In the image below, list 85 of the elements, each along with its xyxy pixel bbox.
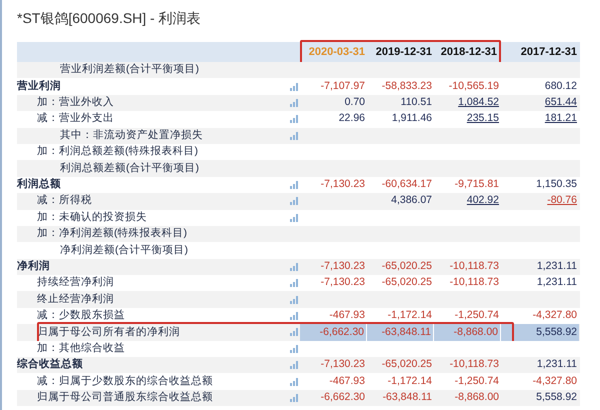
value-cell-text: -1,172.14 bbox=[388, 374, 432, 389]
bar-chart-icon[interactable] bbox=[290, 279, 298, 288]
value-cell-text: -9,715.81 bbox=[454, 177, 499, 192]
bar-chart-icon[interactable] bbox=[290, 378, 298, 386]
value-cell-text: -467.93 bbox=[329, 374, 365, 389]
row-label: 净利润 bbox=[17, 259, 50, 274]
value-cell-text: -467.93 bbox=[329, 308, 365, 324]
value-cell-text: -6,662.30 bbox=[320, 390, 365, 406]
value-cell-text: -7,130.23 bbox=[320, 275, 365, 290]
row-label: 归属于母公司普通股东综合收益总额 bbox=[37, 390, 213, 406]
row-label: 加：其他综合收益 bbox=[37, 340, 125, 356]
row-label: 减：归属于少数股东的综合收益总额 bbox=[37, 374, 213, 389]
row-label: 加：净利润差额(特殊报表科目) bbox=[37, 226, 187, 242]
row-label: 减：少数股东损益 bbox=[37, 308, 125, 324]
value-cell-text: -8,868.00 bbox=[454, 390, 499, 406]
row-label: 综合收益总额 bbox=[17, 357, 83, 372]
value-cell-text: -58,833.23 bbox=[382, 78, 432, 94]
value-cell-text: 0.70 bbox=[344, 95, 365, 110]
value-cell-text: -6,662.30 bbox=[320, 324, 364, 340]
column-header: 2017-12-31 bbox=[520, 44, 578, 60]
value-cell-text: -65,020.25 bbox=[382, 275, 432, 290]
value-cell[interactable]: 402.92 bbox=[466, 193, 499, 210]
value-cell-text: -1,250.74 bbox=[454, 308, 499, 324]
bar-chart-icon[interactable] bbox=[290, 312, 298, 320]
value-cell-text: 5,558.92 bbox=[536, 324, 577, 340]
row-label: 营业利润 bbox=[17, 78, 61, 94]
value-cell-text: 1,911.46 bbox=[392, 111, 432, 126]
bar-chart-icon[interactable] bbox=[290, 180, 298, 189]
bar-chart-icon[interactable] bbox=[290, 296, 298, 304]
value-cell-text: -65,020.25 bbox=[382, 259, 432, 274]
bar-chart-icon[interactable] bbox=[290, 98, 298, 107]
value-cell-text: -4,327.80 bbox=[532, 308, 577, 324]
value-cell-text: 1,150.35 bbox=[536, 177, 577, 192]
value-cell-text: -7,130.23 bbox=[320, 177, 365, 192]
row-label: 终止经营净利润 bbox=[37, 292, 114, 307]
value-cell-text: 4,386.07 bbox=[391, 193, 432, 208]
value-cell[interactable]: 1,084.52 bbox=[458, 95, 499, 111]
row-label: 营业利润差额(合计平衡项目) bbox=[60, 62, 199, 78]
row-label: 加：营业外收入 bbox=[37, 95, 114, 110]
row-label: 利润总额差额(合计平衡项目) bbox=[60, 160, 199, 176]
value-cell-text: 1,231.11 bbox=[536, 357, 577, 372]
value-cell-text: 1,231.11 bbox=[536, 275, 577, 290]
row-label: 利润总额 bbox=[17, 177, 61, 192]
bar-chart-icon[interactable] bbox=[290, 262, 298, 271]
value-cell-text: -65,020.25 bbox=[382, 357, 432, 372]
row-label: 其中：非流动资产处置净损失 bbox=[60, 128, 203, 143]
value-cell-text: 22.96 bbox=[338, 111, 365, 126]
value-cell-text: -60,634.17 bbox=[382, 177, 432, 192]
value-cell[interactable]: -80.76 bbox=[547, 193, 577, 210]
value-cell-text: -7,107.97 bbox=[320, 78, 365, 94]
value-cell[interactable]: 651.44 bbox=[544, 95, 577, 111]
value-cell-text: -10,565.19 bbox=[448, 78, 499, 94]
row-label: 持续经营净利润 bbox=[37, 275, 114, 290]
value-cell[interactable]: 235.15 bbox=[466, 111, 499, 128]
bar-chart-icon[interactable] bbox=[290, 115, 298, 124]
bar-chart-icon[interactable] bbox=[290, 394, 298, 402]
value-cell-text: -4,327.80 bbox=[532, 374, 577, 389]
value-cell-text: -63,848.11 bbox=[382, 390, 432, 406]
row-label: 减：营业外支出 bbox=[37, 111, 114, 126]
value-cell-text: 110.51 bbox=[400, 95, 432, 110]
value-cell-text: -7,130.23 bbox=[320, 357, 365, 372]
value-cell[interactable]: 181.21 bbox=[544, 111, 577, 128]
bar-chart-icon[interactable] bbox=[290, 197, 298, 206]
row-label: 减：所得税 bbox=[37, 193, 92, 208]
page-title: *ST银鸽[600069.SH] - 利润表 bbox=[16, 9, 202, 28]
row-label: 加：利润总额差额(特殊报表科目) bbox=[37, 144, 198, 160]
value-cell-text: 1,231.11 bbox=[536, 259, 577, 274]
value-cell-text: 680.12 bbox=[544, 78, 577, 94]
bar-chart-icon[interactable] bbox=[290, 344, 298, 353]
bar-chart-icon[interactable] bbox=[290, 361, 298, 370]
row-label: 净利润差额(合计平衡项目) bbox=[60, 242, 188, 258]
value-cell-text: -10,118.73 bbox=[450, 357, 499, 372]
bar-chart-icon[interactable] bbox=[290, 82, 298, 91]
value-cell-text: -63,848.11 bbox=[382, 324, 431, 340]
value-cell-text: -10,118.73 bbox=[450, 275, 499, 290]
row-label: 加：未确认的投资损失 bbox=[37, 210, 147, 225]
value-cell-text: -8,868.00 bbox=[454, 324, 498, 340]
bar-chart-icon[interactable] bbox=[290, 214, 298, 222]
bar-chart-icon[interactable] bbox=[290, 328, 298, 336]
value-cell-text: -1,250.74 bbox=[454, 374, 499, 389]
value-cell-text: -7,130.23 bbox=[320, 259, 365, 274]
bar-chart-icon[interactable] bbox=[290, 132, 298, 140]
value-cell-text: 5,558.92 bbox=[536, 390, 577, 406]
value-cell-text: -10,118.73 bbox=[450, 259, 499, 274]
value-cell-text: -1,172.14 bbox=[388, 308, 432, 324]
